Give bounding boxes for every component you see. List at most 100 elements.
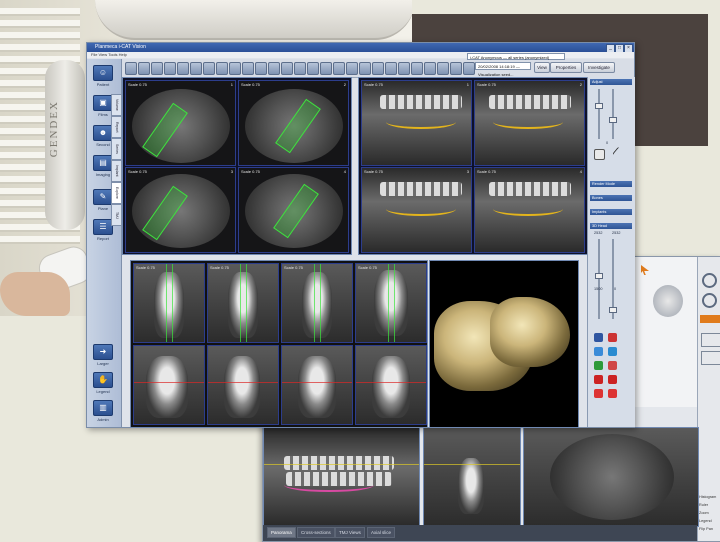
tool-icon[interactable] xyxy=(594,375,603,384)
tool-button[interactable] xyxy=(255,62,267,75)
slider-knob[interactable] xyxy=(609,117,617,123)
axial-cell[interactable]: Scale 0.75 4 xyxy=(238,167,349,253)
tool-button[interactable] xyxy=(229,62,241,75)
pen-icon[interactable] xyxy=(612,146,626,161)
slice-cell[interactable]: Scale 0.75 xyxy=(207,263,279,343)
section-render-mode[interactable]: Render Mode xyxy=(590,181,632,187)
patient-dropdown[interactable]: i-CAT Anonymous — all series (anonymized… xyxy=(467,53,565,60)
tool-icon[interactable] xyxy=(594,347,603,356)
axial-cell[interactable]: Scale 0.75 1 xyxy=(125,80,236,166)
vtab-implant[interactable]: Implant xyxy=(111,160,122,182)
menu-items[interactable]: File View Tools Help xyxy=(87,52,127,57)
printer-icon[interactable] xyxy=(594,149,605,160)
panoramic-views-panel[interactable]: Scale 0.75 1 Scale 0.75 2 Scale 0.75 3 S… xyxy=(358,77,588,255)
nav-patient[interactable]: ☺ Patient xyxy=(92,65,114,87)
slider-knob[interactable] xyxy=(595,103,603,109)
tool-button[interactable] xyxy=(398,62,410,75)
section-bones[interactable]: Bones xyxy=(590,195,632,201)
zoom-out-icon[interactable] xyxy=(702,293,717,308)
axial-cell[interactable]: Scale 0.75 3 xyxy=(125,167,236,253)
tool-button[interactable] xyxy=(424,62,436,75)
section-implants[interactable]: Implants xyxy=(590,209,632,215)
tab-tmj-views[interactable]: TMJ Views xyxy=(335,527,365,538)
axial-views-panel[interactable]: Scale 0.75 1 Scale 0.75 2 Scale 0.75 3 S… xyxy=(122,77,352,255)
tool-button[interactable] xyxy=(190,62,202,75)
skull-orientation-icon[interactable] xyxy=(653,285,683,317)
pano-cell[interactable]: Scale 0.75 3 xyxy=(361,167,472,253)
ruler-icon[interactable] xyxy=(701,333,720,347)
secondary-panorama-panel[interactable] xyxy=(263,427,420,527)
tool-icon[interactable] xyxy=(608,333,617,342)
tool-button[interactable] xyxy=(450,62,462,75)
tool-button[interactable] xyxy=(307,62,319,75)
3d-render-panel[interactable] xyxy=(429,260,579,428)
title-bar: Planmeca i-CAT Vision _ □ × xyxy=(87,43,634,53)
tool-icon[interactable] xyxy=(608,347,617,356)
pano-cell[interactable]: Scale 0.75 2 xyxy=(474,80,585,166)
axial-cell[interactable]: Scale 0.75 2 xyxy=(238,80,349,166)
tool-button[interactable] xyxy=(177,62,189,75)
tool-icon[interactable] xyxy=(594,333,603,342)
vtab-series[interactable]: Series xyxy=(111,138,122,160)
slice-cell[interactable]: Scale 0.75 xyxy=(281,263,353,343)
slice-cell[interactable]: Scale 0.75 xyxy=(133,263,205,343)
section-adjust[interactable]: Adjust xyxy=(590,79,632,85)
nav-larger[interactable]: ➜ Larger xyxy=(92,344,114,366)
secondary-cross-panel[interactable] xyxy=(423,427,521,527)
tool-button[interactable] xyxy=(372,62,384,75)
tab-axial-slice[interactable]: Axial slice xyxy=(367,527,396,538)
tool-button[interactable] xyxy=(203,62,215,75)
nav-legend[interactable]: ✋ Legend xyxy=(92,372,114,394)
tool-button[interactable] xyxy=(164,62,176,75)
tool-orange-tab[interactable] xyxy=(700,315,720,323)
tool-button[interactable] xyxy=(346,62,358,75)
zoom-in-icon[interactable] xyxy=(702,273,717,288)
tool-button[interactable] xyxy=(359,62,371,75)
properties-button[interactable]: Properties xyxy=(550,62,582,73)
tool-button[interactable] xyxy=(320,62,332,75)
slice-cell[interactable] xyxy=(355,345,427,425)
tool-icon[interactable] xyxy=(608,375,617,384)
tool-button[interactable] xyxy=(281,62,293,75)
vtab-tmj[interactable]: TMJ xyxy=(111,204,122,226)
vtab-volume[interactable]: Volume xyxy=(111,94,122,116)
tool-button[interactable] xyxy=(268,62,280,75)
tool-button[interactable] xyxy=(138,62,150,75)
slice-cell[interactable]: Scale 0.75 xyxy=(355,263,427,343)
slice-cell[interactable] xyxy=(207,345,279,425)
tab-panorama[interactable]: Panorama xyxy=(267,527,296,538)
tool-button[interactable] xyxy=(437,62,449,75)
view-button[interactable]: View xyxy=(534,62,550,73)
nav-admin[interactable]: ▥ Admin xyxy=(92,400,114,422)
pano-cell[interactable]: Scale 0.75 1 xyxy=(361,80,472,166)
patient-icon: ☺ xyxy=(93,65,113,81)
tool-button[interactable] xyxy=(294,62,306,75)
series-dropdown[interactable]: 20/02/2008 14:18:19 — Visualization seed… xyxy=(475,62,531,77)
slider-knob[interactable] xyxy=(595,273,603,279)
tool-icon[interactable] xyxy=(608,389,617,398)
slice-cell[interactable] xyxy=(133,345,205,425)
tool-button[interactable] xyxy=(411,62,423,75)
tool-icon[interactable] xyxy=(594,361,603,370)
imaging-icon: ▤ xyxy=(93,155,113,171)
vtab-explore[interactable]: Explore xyxy=(111,182,122,204)
tool-icon[interactable] xyxy=(594,389,603,398)
slider-knob[interactable] xyxy=(609,307,617,313)
tool-button[interactable] xyxy=(333,62,345,75)
tool-button[interactable] xyxy=(385,62,397,75)
tool-button[interactable] xyxy=(463,62,475,75)
tool-button[interactable] xyxy=(216,62,228,75)
tool-icon[interactable] xyxy=(608,361,617,370)
tool-button[interactable] xyxy=(151,62,163,75)
tab-cross-sections[interactable]: Cross-sections xyxy=(297,527,335,538)
slice-cell[interactable] xyxy=(281,345,353,425)
vtab-report[interactable]: Report xyxy=(111,116,122,138)
investigate-button[interactable]: Investigate xyxy=(583,62,615,73)
section-3d-head[interactable]: 3D Head xyxy=(590,223,632,229)
tool-button[interactable] xyxy=(242,62,254,75)
grid-icon[interactable] xyxy=(701,351,720,365)
tool-button[interactable] xyxy=(125,62,137,75)
cross-section-panel[interactable]: Scale 0.75 Scale 0.75 Scale 0.75 Scale 0… xyxy=(130,260,428,428)
pano-cell[interactable]: Scale 0.75 4 xyxy=(474,167,585,253)
secondary-axial-panel[interactable] xyxy=(523,427,699,527)
